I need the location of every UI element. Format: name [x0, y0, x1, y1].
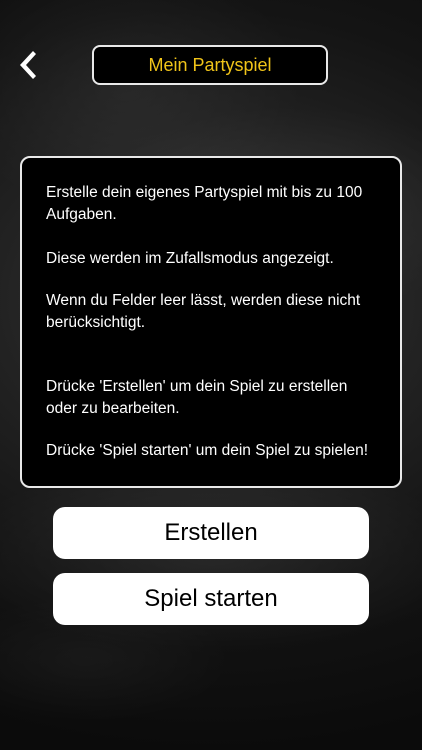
- info-panel: Erstelle dein eigenes Partyspiel mit bis…: [20, 156, 402, 488]
- title-box: Mein Partyspiel: [92, 45, 328, 85]
- back-button[interactable]: [10, 46, 44, 88]
- info-paragraph-edit: Drücke 'Erstellen' um dein Spiel zu erst…: [46, 378, 348, 417]
- info-paragraph-random: Diese werden im Zufallsmodus angezeigt.: [46, 250, 334, 267]
- info-paragraph-empty-fields: Wenn du Felder leer lässt, werden diese …: [46, 292, 361, 331]
- page-title: Mein Partyspiel: [148, 54, 272, 75]
- create-button[interactable]: Erstellen: [53, 507, 369, 559]
- start-game-button[interactable]: Spiel starten: [53, 573, 369, 625]
- info-paragraph-create: Erstelle dein eigenes Partyspiel mit bis…: [46, 184, 363, 223]
- chevron-left-icon: [16, 49, 38, 86]
- info-paragraph-play: Drücke 'Spiel starten' um dein Spiel zu …: [46, 442, 369, 459]
